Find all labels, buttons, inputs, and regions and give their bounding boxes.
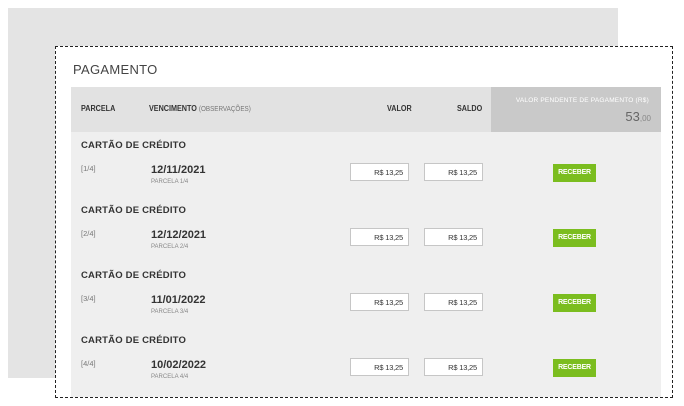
installment-number: [2/4] xyxy=(81,229,96,238)
installment-row: CARTÃO DE CRÉDITO [3/4] 11/01/2022 PARCE… xyxy=(71,262,661,327)
receber-button[interactable]: RECEBER xyxy=(553,229,596,247)
header-saldo: SALDO xyxy=(457,104,483,113)
receber-button[interactable]: RECEBER xyxy=(553,359,596,377)
valor-input[interactable]: R$ 13,25 xyxy=(350,358,409,376)
installment-row: CARTÃO DE CRÉDITO [2/4] 12/12/2021 PARCE… xyxy=(71,197,661,262)
due-date: 12/12/2021 xyxy=(151,229,207,241)
installment-number: [4/4] xyxy=(81,359,96,368)
pending-amount-box: VALOR PENDENTE DE PAGAMENTO (R$) 53,00 xyxy=(491,87,661,132)
due-date: 12/11/2021 xyxy=(151,164,206,176)
valor-input[interactable]: R$ 13,25 xyxy=(350,163,409,181)
installment-note: PARCELA 3/4 xyxy=(151,309,189,315)
saldo-input[interactable]: R$ 13,25 xyxy=(424,228,483,246)
payment-method: CARTÃO DE CRÉDITO xyxy=(81,335,187,346)
pending-amount-label: VALOR PENDENTE DE PAGAMENTO (R$) xyxy=(515,97,649,104)
installment-note: PARCELA 4/4 xyxy=(151,374,189,380)
saldo-input[interactable]: R$ 13,25 xyxy=(424,293,483,311)
header-vencimento-label: VENCIMENTO xyxy=(149,104,197,113)
due-date: 10/02/2022 xyxy=(151,359,207,371)
installments-list: CARTÃO DE CRÉDITO [1/4] 12/11/2021 PARCE… xyxy=(71,132,661,397)
installment-number: [1/4] xyxy=(81,164,96,173)
payment-method: CARTÃO DE CRÉDITO xyxy=(81,140,187,151)
pending-amount-decimal: ,00 xyxy=(639,114,651,123)
header-parcela: PARCELA xyxy=(81,104,116,113)
table-header: PARCELA VENCIMENTO (OBSERVAÇÕES) VALOR S… xyxy=(71,87,661,132)
payment-method: CARTÃO DE CRÉDITO xyxy=(81,205,187,216)
installment-number: [3/4] xyxy=(81,294,96,303)
receber-button[interactable]: RECEBER xyxy=(553,294,596,312)
header-vencimento: VENCIMENTO (OBSERVAÇÕES) xyxy=(149,104,251,113)
installment-row: CARTÃO DE CRÉDITO [4/4] 10/02/2022 PARCE… xyxy=(71,327,661,392)
receber-button[interactable]: RECEBER xyxy=(553,164,596,182)
header-observacoes: (OBSERVAÇÕES) xyxy=(198,106,251,113)
saldo-input[interactable]: R$ 13,25 xyxy=(424,358,483,376)
pending-amount-integer: 53 xyxy=(625,109,640,124)
due-date: 11/01/2022 xyxy=(151,294,206,306)
installment-note: PARCELA 1/4 xyxy=(151,179,189,185)
saldo-input[interactable]: R$ 13,25 xyxy=(424,163,483,181)
installment-note: PARCELA 2/4 xyxy=(151,244,189,250)
payment-panel: PAGAMENTO PARCELA VENCIMENTO (OBSERVAÇÕE… xyxy=(55,46,673,398)
header-valor: VALOR xyxy=(387,104,412,113)
valor-input[interactable]: R$ 13,25 xyxy=(350,293,409,311)
pending-amount: 53,00 xyxy=(625,108,651,126)
payment-method: CARTÃO DE CRÉDITO xyxy=(81,270,187,281)
valor-input[interactable]: R$ 13,25 xyxy=(350,228,409,246)
installment-row: CARTÃO DE CRÉDITO [1/4] 12/11/2021 PARCE… xyxy=(71,132,661,197)
section-title: PAGAMENTO xyxy=(73,62,158,77)
